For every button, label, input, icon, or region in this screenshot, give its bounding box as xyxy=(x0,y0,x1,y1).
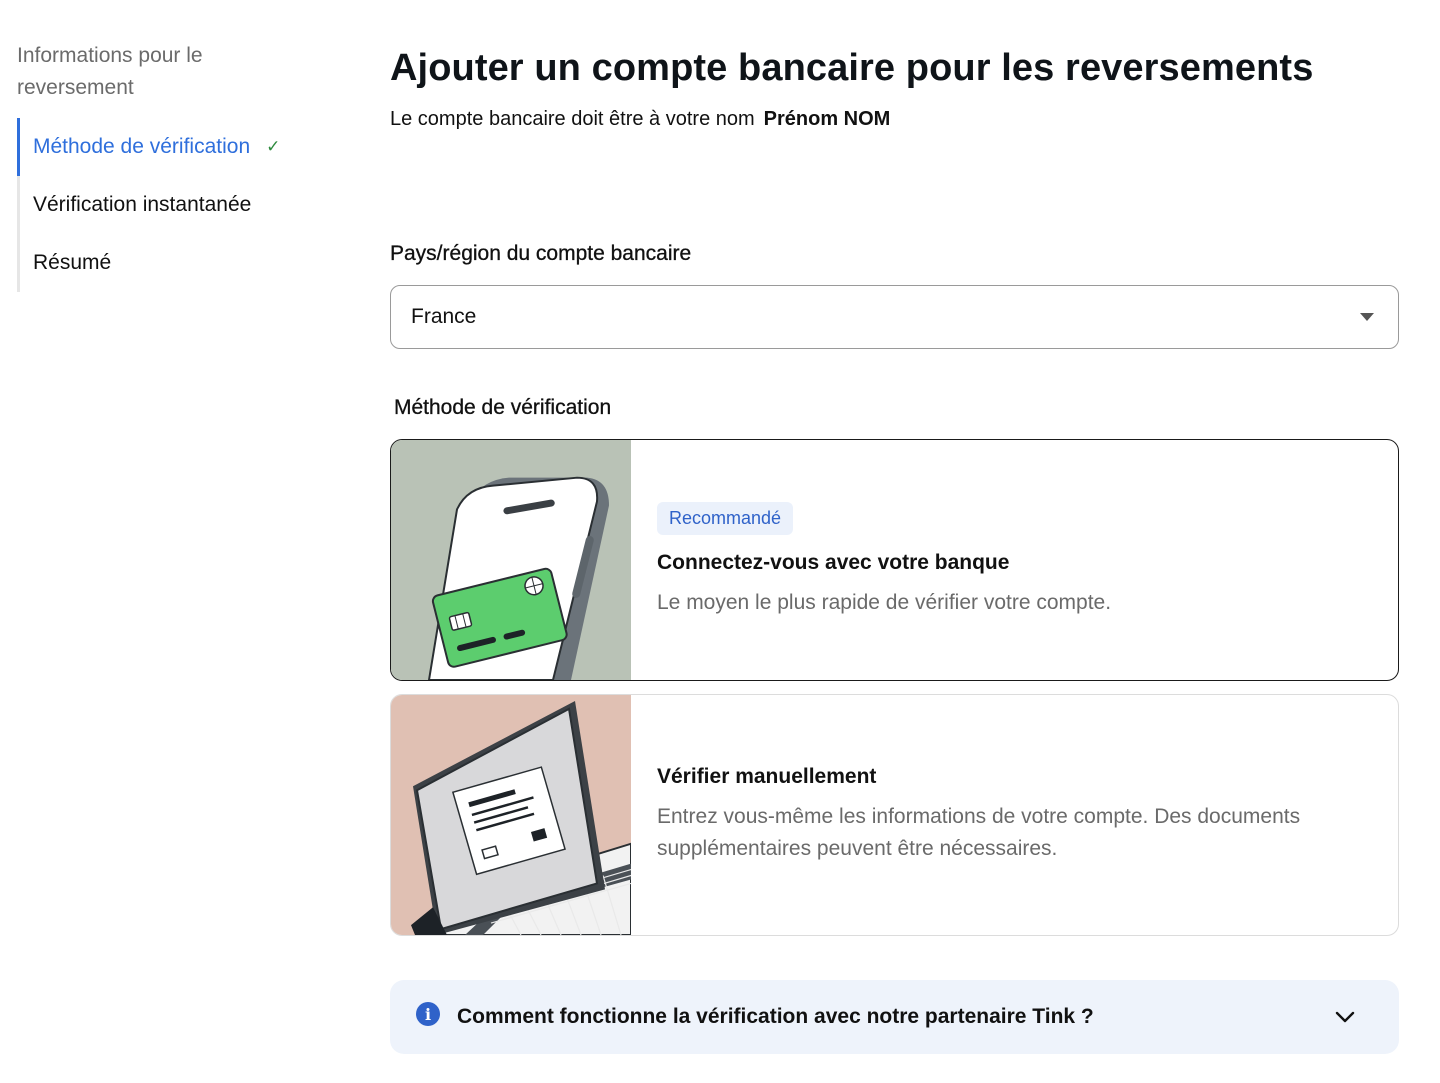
page-title: Ajouter un compte bancaire pour les reve… xyxy=(390,47,1314,89)
method-label: Méthode de vérification xyxy=(394,396,612,419)
main-content: Ajouter un compte bancaire pour les reve… xyxy=(390,40,1399,1054)
step-summary[interactable]: Résumé xyxy=(17,234,337,292)
step-label: Résumé xyxy=(33,251,112,274)
steps-list: Méthode de vérification ✓ Vérification i… xyxy=(17,118,337,292)
option-title: Connectez-vous avec votre banque xyxy=(657,550,1010,574)
faq-question: Comment fonctionne la vérification avec … xyxy=(457,1005,1094,1028)
sidebar-header: Informations pour le reversement xyxy=(17,44,203,99)
option-description: Entrez vous-même les informations de vot… xyxy=(657,805,1301,860)
option-description: Le moyen le plus rapide de vérifier votr… xyxy=(657,590,1112,614)
sidebar: Informations pour le reversement Méthode… xyxy=(17,40,337,292)
laptop-document-illustration xyxy=(391,695,631,935)
subtitle-text: Le compte bancaire doit être à votre nom xyxy=(390,108,755,130)
step-label: Vérification instantanée xyxy=(33,193,252,216)
tink-faq-accordion[interactable]: i Comment fonctionne la vérification ave… xyxy=(390,980,1399,1054)
check-icon: ✓ xyxy=(266,137,281,156)
account-holder-name: Prénom NOM xyxy=(763,108,891,130)
option-title: Vérifier manuellement xyxy=(657,765,877,788)
option-connect-bank[interactable]: Recommandé Connectez-vous avec votre ban… xyxy=(390,439,1399,681)
caret-down-icon xyxy=(1360,313,1374,321)
step-instant-verification[interactable]: Vérification instantanée xyxy=(17,176,337,234)
country-select-value: France xyxy=(411,305,477,328)
option-content: Vérifier manuellement Entrez vous-même l… xyxy=(631,695,1398,935)
step-verification-method[interactable]: Méthode de vérification ✓ xyxy=(17,118,337,176)
option-content: Recommandé Connectez-vous avec votre ban… xyxy=(631,440,1398,680)
country-select[interactable]: France xyxy=(390,285,1399,349)
option-verify-manually[interactable]: Vérifier manuellement Entrez vous-même l… xyxy=(390,694,1399,936)
country-label: Pays/région du compte bancaire xyxy=(390,242,692,265)
chevron-down-icon[interactable] xyxy=(1333,1005,1357,1029)
recommended-badge: Recommandé xyxy=(657,501,794,535)
step-label: Méthode de vérification xyxy=(33,135,251,158)
phone-card-illustration xyxy=(391,440,631,680)
subtitle: Le compte bancaire doit être à votre nom… xyxy=(390,108,1399,131)
info-icon: i xyxy=(416,1002,440,1026)
